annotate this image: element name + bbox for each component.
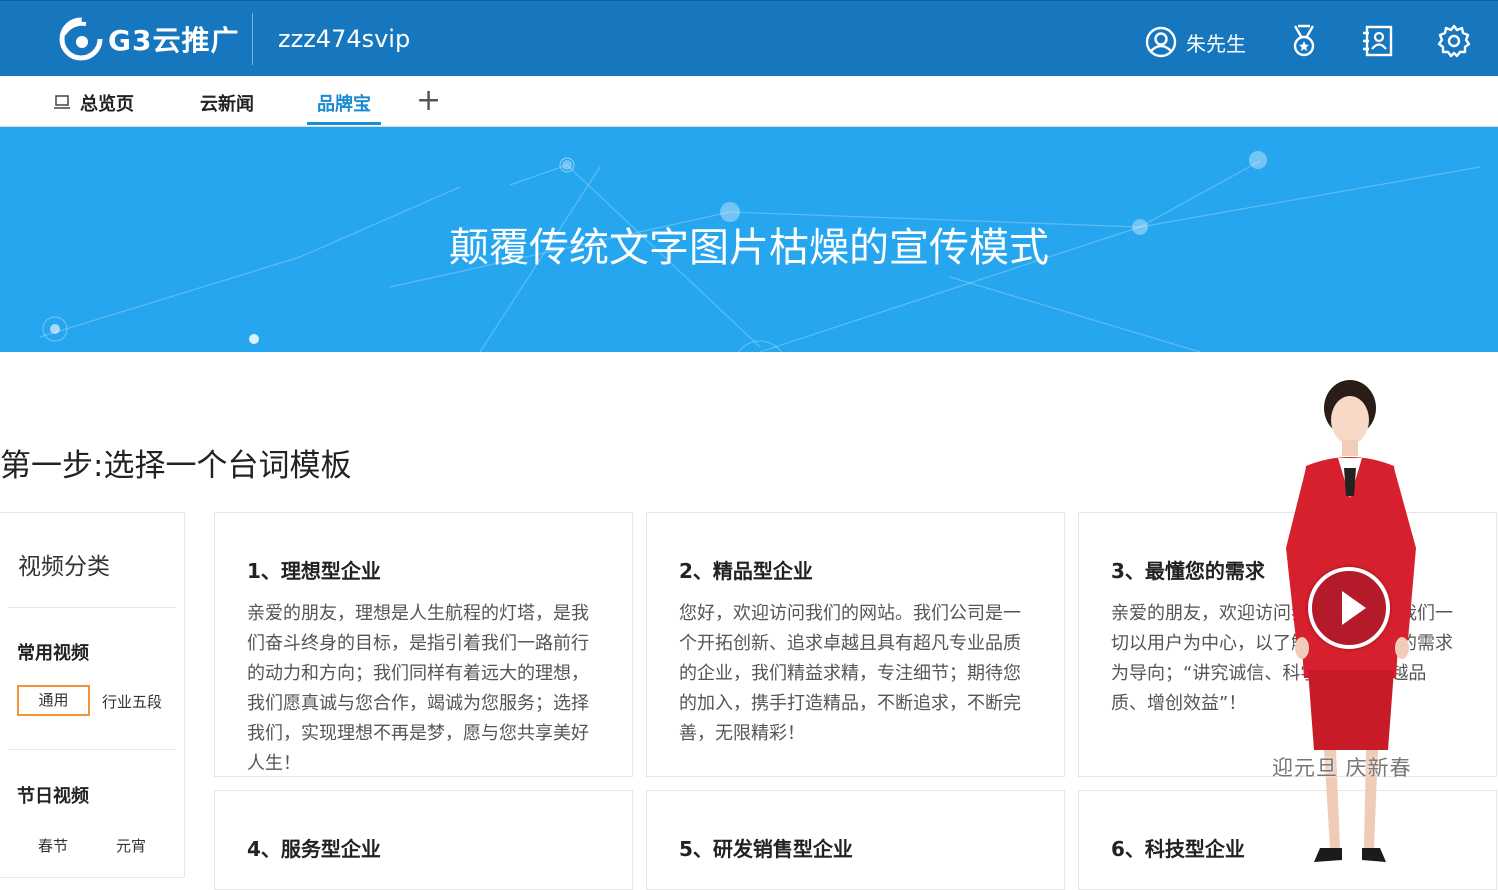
account-name: zzz474svip — [278, 25, 411, 53]
category-chip-industry[interactable]: 行业五段 — [102, 691, 162, 712]
template-body: 亲爱的朋友，理想是人生航程的灯塔，是我们奋斗终身的目标，是指引着我们一路前行的动… — [247, 603, 589, 774]
template-title: 2、精品型企业 — [679, 559, 813, 583]
banner: 颠覆传统文字图片枯燥的宣传模式 — [0, 127, 1498, 352]
banner-title: 颠覆传统文字图片枯燥的宣传模式 — [449, 225, 1049, 271]
category-chip-lantern[interactable]: 元宵 — [116, 835, 146, 856]
user-menu[interactable]: 朱先生 — [1144, 25, 1246, 59]
monitor-icon — [54, 95, 70, 109]
logo[interactable]: G3云推广 — [58, 15, 239, 63]
presenter-caption: 迎元旦 庆新春 — [1272, 756, 1412, 780]
category-chip-spring-festival[interactable]: 春节 — [38, 835, 68, 856]
divider — [8, 607, 176, 608]
step-title: 第一步:选择一个台词模板 — [0, 448, 352, 484]
template-body: 您好，欢迎访问我们的网站。我们公司是一个开拓创新、追求卓越且具有超凡专业品质的企… — [679, 603, 1021, 744]
add-tab-button[interactable]: + — [416, 84, 441, 118]
tab-overview-label: 总览页 — [80, 94, 134, 115]
template-card[interactable]: 5、研发销售型企业 — [646, 790, 1065, 890]
medal-icon[interactable] — [1286, 23, 1322, 59]
tab-bar: 总览页 云新闻 品牌宝 + — [0, 76, 1498, 127]
template-title: 1、理想型企业 — [247, 559, 381, 583]
category-group-holiday: 节日视频 — [17, 786, 89, 807]
user-name: 朱先生 — [1186, 31, 1246, 56]
category-panel: 视频分类 常用视频 通用 行业五段 节日视频 春节 元宵 — [0, 512, 185, 878]
template-title: 3、最懂您的需求 — [1111, 559, 1265, 583]
tab-cloud-news[interactable]: 云新闻 — [200, 90, 254, 116]
category-chip-general[interactable]: 通用 — [17, 685, 90, 716]
logo-swirl-icon — [59, 17, 103, 61]
tab-brand-label: 品牌宝 — [317, 94, 371, 115]
template-card[interactable]: 2、精品型企业 您好，欢迎访问我们的网站。我们公司是一个开拓创新、追求卓越且具有… — [646, 512, 1065, 777]
template-card[interactable]: 4、服务型企业 — [214, 790, 633, 890]
template-title: 5、研发销售型企业 — [679, 837, 853, 861]
tab-overview[interactable]: 总览页 — [54, 90, 134, 116]
active-tab-indicator — [307, 122, 381, 125]
header-divider — [252, 13, 253, 65]
logo-text: G3云推广 — [108, 24, 240, 57]
tab-cloud-news-label: 云新闻 — [200, 94, 254, 115]
category-heading: 视频分类 — [18, 554, 110, 580]
play-icon[interactable] — [1308, 567, 1390, 649]
contacts-icon[interactable] — [1360, 23, 1396, 59]
category-group-common: 常用视频 — [17, 643, 89, 664]
divider — [8, 749, 176, 750]
user-circle-icon — [1145, 26, 1177, 58]
top-header: G3云推广 zzz474svip 朱先生 — [0, 0, 1498, 76]
template-card[interactable]: 1、理想型企业 亲爱的朋友，理想是人生航程的灯塔，是我们奋斗终身的目标，是指引着… — [214, 512, 633, 777]
template-title: 6、科技型企业 — [1111, 837, 1245, 861]
gear-icon[interactable] — [1436, 23, 1472, 59]
template-title: 4、服务型企业 — [247, 837, 381, 861]
tab-brand[interactable]: 品牌宝 — [317, 90, 371, 116]
